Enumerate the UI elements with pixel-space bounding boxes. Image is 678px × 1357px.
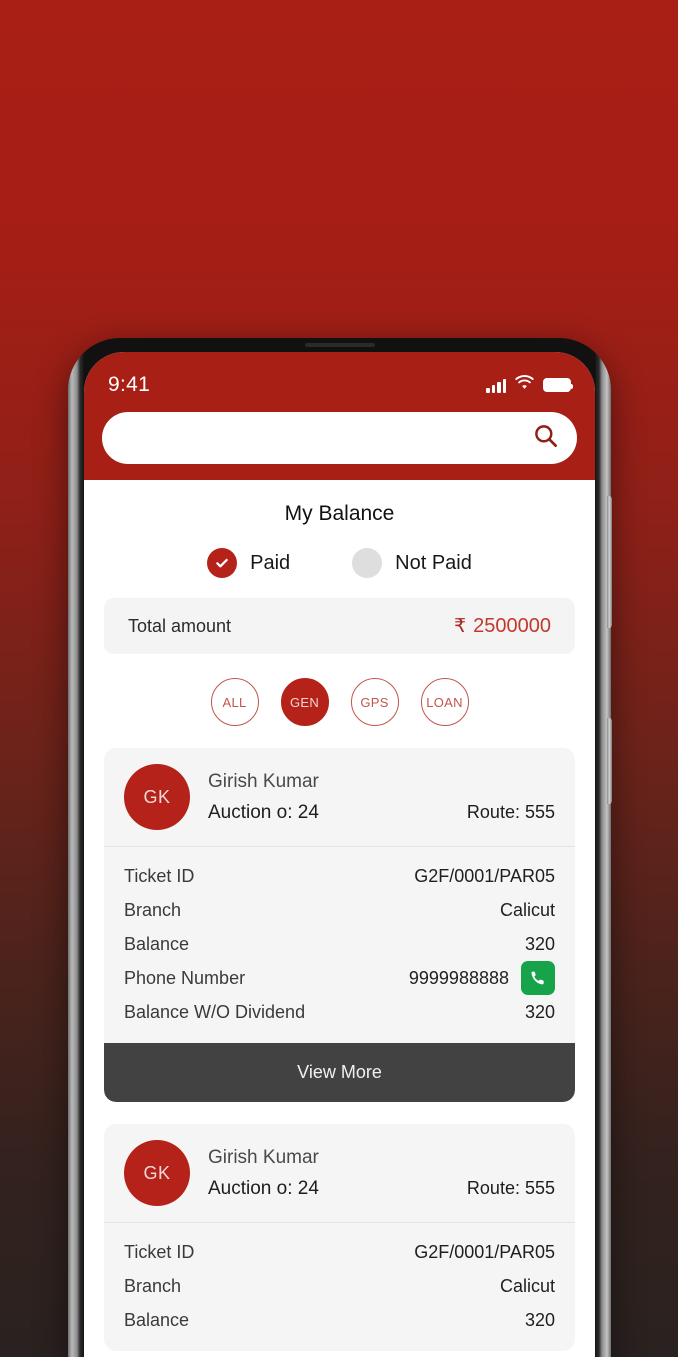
radio-unselected-icon[interactable] bbox=[352, 548, 383, 578]
card-details: Ticket ID G2F/0001/PAR05 Branch Calicut … bbox=[104, 847, 575, 1043]
total-amount-label: Total amount bbox=[128, 615, 232, 636]
card-header-subrow: Auction o: 24 Route: 555 bbox=[208, 1178, 555, 1200]
detail-value: 320 bbox=[524, 933, 555, 954]
battery-full-icon bbox=[543, 378, 573, 392]
avatar: GK bbox=[124, 1140, 190, 1206]
rupee-symbol-icon: ₹ bbox=[454, 615, 467, 637]
route-number: Route: 555 bbox=[466, 1177, 555, 1198]
card-header-info: Girish Kumar Auction o: 24 Route: 555 bbox=[208, 771, 555, 824]
detail-row-ticket-id: Ticket ID G2F/0001/PAR05 bbox=[124, 859, 555, 893]
phone-call-icon[interactable] bbox=[521, 961, 555, 995]
status-bar-icons bbox=[486, 375, 573, 395]
chip-gps[interactable]: GPS bbox=[350, 678, 399, 726]
main-content: My Balance Paid Not Paid Total amount ₹ … bbox=[84, 480, 595, 1351]
detail-key: Ticket ID bbox=[124, 1241, 195, 1262]
balance-card[interactable]: GK Girish Kumar Auction o: 24 Route: 555… bbox=[104, 1124, 575, 1351]
card-header: GK Girish Kumar Auction o: 24 Route: 555 bbox=[104, 1124, 575, 1223]
detail-key: Branch bbox=[124, 899, 182, 920]
payment-status-filter: Paid Not Paid bbox=[84, 526, 595, 598]
card-header-info: Girish Kumar Auction o: 24 Route: 555 bbox=[208, 1147, 555, 1200]
detail-key: Balance W/O Dividend bbox=[124, 1001, 306, 1022]
route-number: Route: 555 bbox=[466, 801, 555, 822]
total-amount-number: 2500000 bbox=[473, 614, 551, 637]
radio-option-not-paid[interactable]: Not Paid bbox=[352, 548, 472, 578]
detail-key: Balance bbox=[124, 933, 190, 954]
status-bar-clock: 9:41 bbox=[108, 373, 151, 396]
chip-loan[interactable]: LOAN bbox=[420, 678, 469, 726]
detail-value: 320 bbox=[524, 1001, 555, 1022]
search-icon[interactable] bbox=[532, 422, 559, 454]
detail-row-branch: Branch Calicut bbox=[124, 893, 555, 927]
radio-label-not-paid: Not Paid bbox=[395, 551, 472, 574]
detail-key: Phone Number bbox=[124, 967, 246, 988]
detail-value: Calicut bbox=[499, 899, 555, 920]
customer-name: Girish Kumar bbox=[208, 1146, 319, 1168]
category-filter-chips: ALL GEN GPS LOAN bbox=[84, 654, 595, 748]
status-bar: 9:41 bbox=[102, 372, 577, 398]
card-details: Ticket ID G2F/0001/PAR05 Branch Calicut … bbox=[104, 1223, 575, 1351]
detail-value: 320 bbox=[524, 1309, 555, 1330]
chip-gen[interactable]: GEN bbox=[280, 678, 329, 726]
wifi-icon bbox=[515, 375, 534, 395]
detail-row-phone-number: Phone Number 9999988888 bbox=[124, 961, 555, 995]
radio-label-paid: Paid bbox=[250, 551, 291, 574]
avatar: GK bbox=[124, 764, 190, 830]
detail-key: Branch bbox=[124, 1275, 182, 1296]
screenshot-stage: 9:41 My Balance Paid Not Paid Total amou… bbox=[0, 0, 678, 1357]
chip-all[interactable]: ALL bbox=[210, 678, 259, 726]
search-bar[interactable] bbox=[102, 412, 577, 464]
phone-device-frame: 9:41 My Balance Paid Not Paid Total amou… bbox=[68, 338, 612, 1357]
power-button[interactable] bbox=[607, 718, 612, 804]
detail-value: G2F/0001/PAR05 bbox=[414, 865, 555, 886]
auction-number: Auction o: 24 bbox=[208, 801, 319, 823]
radio-option-paid[interactable]: Paid bbox=[207, 548, 290, 578]
detail-key: Balance bbox=[124, 1309, 190, 1330]
search-input[interactable] bbox=[124, 428, 532, 448]
total-amount-value: ₹ 2500000 bbox=[454, 615, 551, 638]
page-title: My Balance bbox=[284, 502, 395, 525]
auction-number: Auction o: 24 bbox=[208, 1177, 319, 1199]
app-header: 9:41 bbox=[84, 352, 595, 480]
signal-bars-icon bbox=[486, 378, 506, 393]
view-more-button[interactable]: View More bbox=[104, 1043, 575, 1102]
customer-name: Girish Kumar bbox=[208, 770, 319, 792]
card-header: GK Girish Kumar Auction o: 24 Route: 555 bbox=[104, 748, 575, 847]
detail-value: G2F/0001/PAR05 bbox=[414, 1241, 555, 1262]
volume-button[interactable] bbox=[607, 496, 612, 628]
detail-row-ticket-id: Ticket ID G2F/0001/PAR05 bbox=[124, 1235, 555, 1269]
detail-value-phone: 9999988888 bbox=[409, 961, 555, 995]
detail-row-balance-wo-dividend: Balance W/O Dividend 320 bbox=[124, 995, 555, 1029]
detail-value: Calicut bbox=[499, 1275, 555, 1296]
earpiece-speaker bbox=[304, 343, 375, 347]
detail-row-balance: Balance 320 bbox=[124, 1303, 555, 1337]
balance-card[interactable]: GK Girish Kumar Auction o: 24 Route: 555… bbox=[104, 748, 575, 1102]
card-header-subrow: Auction o: 24 Route: 555 bbox=[208, 802, 555, 824]
detail-row-branch: Branch Calicut bbox=[124, 1269, 555, 1303]
radio-selected-icon[interactable] bbox=[207, 548, 238, 578]
detail-key: Ticket ID bbox=[124, 865, 195, 886]
phone-number-text: 9999988888 bbox=[408, 967, 509, 988]
phone-screen: 9:41 My Balance Paid Not Paid Total amou… bbox=[84, 352, 595, 1357]
detail-row-balance: Balance 320 bbox=[124, 927, 555, 961]
total-amount-row: Total amount ₹ 2500000 bbox=[104, 598, 575, 654]
